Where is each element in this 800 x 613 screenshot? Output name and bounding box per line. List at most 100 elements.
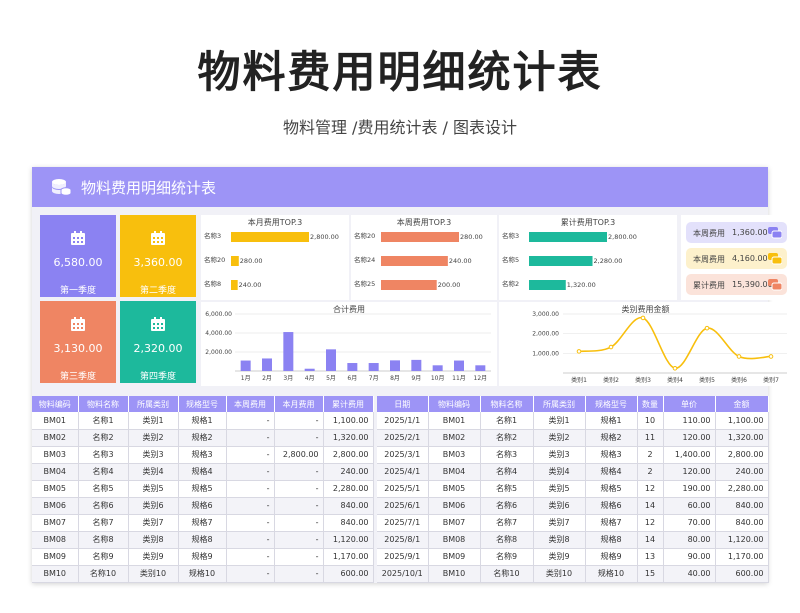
table-cell[interactable]: BM09	[428, 548, 481, 566]
table-cell[interactable]: 规格9	[585, 548, 638, 566]
table-cell[interactable]: 规格9	[178, 548, 227, 566]
table-cell[interactable]: -	[226, 429, 275, 447]
table-cell[interactable]: 名称7	[480, 514, 534, 532]
table-cell[interactable]: 类别9	[533, 548, 586, 566]
table-cell[interactable]: 2,800.00	[274, 446, 324, 464]
table-cell[interactable]: 14	[637, 497, 664, 515]
table-cell[interactable]: 名称4	[78, 463, 129, 481]
table-cell[interactable]: 2025/9/1	[377, 548, 429, 566]
table-cell[interactable]: -	[274, 531, 324, 549]
table-cell[interactable]: 名称5	[480, 480, 534, 498]
table-cell[interactable]: 2025/8/1	[377, 531, 429, 549]
table-cell[interactable]: 规格5	[585, 480, 638, 498]
table-cell[interactable]: -	[274, 480, 324, 498]
table-cell[interactable]: 名称6	[480, 497, 534, 515]
table-cell[interactable]: 240.00	[323, 463, 374, 481]
table-cell[interactable]: 规格3	[178, 446, 227, 464]
table-cell[interactable]: 规格2	[585, 429, 638, 447]
table-cell[interactable]: 1,320.00	[715, 429, 769, 447]
table-cell[interactable]: BM08	[428, 531, 481, 549]
table-cell[interactable]: -	[226, 531, 275, 549]
table-cell[interactable]: 名称6	[78, 497, 129, 515]
table-cell[interactable]: 规格6	[178, 497, 227, 515]
table-cell[interactable]: 类别7	[533, 514, 586, 532]
table-cell[interactable]: 类别3	[128, 446, 179, 464]
table-cell[interactable]: 2025/10/1	[377, 565, 429, 583]
table-cell[interactable]: -	[274, 514, 324, 532]
table-cell[interactable]: BM02	[32, 429, 79, 447]
table-cell[interactable]: 规格5	[178, 480, 227, 498]
table-cell[interactable]: -	[274, 412, 324, 430]
table-cell[interactable]: -	[274, 565, 324, 583]
table-cell[interactable]: 名称1	[480, 412, 534, 430]
table-cell[interactable]: 240.00	[715, 463, 769, 481]
table-cell[interactable]: 600.00	[323, 565, 374, 583]
table-cell[interactable]: 600.00	[715, 565, 769, 583]
column-header[interactable]: 物料名称	[78, 396, 129, 412]
table-cell[interactable]: 1,100.00	[323, 412, 374, 430]
table-cell[interactable]: 2025/4/1	[377, 463, 429, 481]
table-cell[interactable]: 840.00	[715, 497, 769, 515]
table-cell[interactable]: 类别10	[533, 565, 586, 583]
table-cell[interactable]: 规格4	[585, 463, 638, 481]
table-cell[interactable]: BM06	[428, 497, 481, 515]
column-header[interactable]: 金额	[715, 396, 769, 412]
table-cell[interactable]: 类别8	[533, 531, 586, 549]
table-cell[interactable]: 名称4	[480, 463, 534, 481]
column-header[interactable]: 累计费用	[323, 396, 374, 412]
table-cell[interactable]: 规格8	[585, 531, 638, 549]
table-cell[interactable]: 类别6	[533, 497, 586, 515]
table-cell[interactable]: 80.00	[663, 531, 716, 549]
table-cell[interactable]: 类别2	[533, 429, 586, 447]
table-cell[interactable]: BM09	[32, 548, 79, 566]
table-cell[interactable]: -	[226, 514, 275, 532]
table-cell[interactable]: 1,100.00	[715, 412, 769, 430]
table-cell[interactable]: -	[226, 480, 275, 498]
table-cell[interactable]: 名称8	[78, 531, 129, 549]
table-cell[interactable]: 840.00	[715, 514, 769, 532]
table-cell[interactable]: 190.00	[663, 480, 716, 498]
table-cell[interactable]: 1,120.00	[715, 531, 769, 549]
table-cell[interactable]: BM02	[428, 429, 481, 447]
table-cell[interactable]: 2,280.00	[323, 480, 374, 498]
table-cell[interactable]: 14	[637, 531, 664, 549]
column-header[interactable]: 物料名称	[480, 396, 534, 412]
table-cell[interactable]: BM05	[32, 480, 79, 498]
table-cell[interactable]: 12	[637, 514, 664, 532]
table-cell[interactable]: -	[226, 565, 275, 583]
table-cell[interactable]: 1,400.00	[663, 446, 716, 464]
column-header[interactable]: 单价	[663, 396, 716, 412]
table-cell[interactable]: 120.00	[663, 463, 716, 481]
table-cell[interactable]: 40.00	[663, 565, 716, 583]
table-cell[interactable]: 类别8	[128, 531, 179, 549]
table-cell[interactable]: 840.00	[323, 514, 374, 532]
table-cell[interactable]: 60.00	[663, 497, 716, 515]
table-cell[interactable]: 类别3	[533, 446, 586, 464]
table-cell[interactable]: 90.00	[663, 548, 716, 566]
table-cell[interactable]: 规格10	[585, 565, 638, 583]
table-cell[interactable]: 2,280.00	[715, 480, 769, 498]
table-cell[interactable]: 规格7	[585, 514, 638, 532]
table-cell[interactable]: 规格3	[585, 446, 638, 464]
table-cell[interactable]: 规格2	[178, 429, 227, 447]
table-cell[interactable]: 10	[637, 412, 664, 430]
table-cell[interactable]: 2	[637, 463, 664, 481]
column-header[interactable]: 数量	[637, 396, 664, 412]
table-cell[interactable]: 2025/6/1	[377, 497, 429, 515]
table-cell[interactable]: -	[226, 497, 275, 515]
column-header[interactable]: 本周费用	[226, 396, 275, 412]
table-cell[interactable]: BM03	[32, 446, 79, 464]
table-cell[interactable]: 规格7	[178, 514, 227, 532]
column-header[interactable]: 规格型号	[585, 396, 638, 412]
table-cell[interactable]: 1,320.00	[323, 429, 374, 447]
table-cell[interactable]: 12	[637, 480, 664, 498]
table-cell[interactable]: 类别5	[128, 480, 179, 498]
table-cell[interactable]: -	[274, 548, 324, 566]
column-header[interactable]: 规格型号	[178, 396, 227, 412]
table-cell[interactable]: 2025/1/1	[377, 412, 429, 430]
table-cell[interactable]: 名称9	[78, 548, 129, 566]
table-cell[interactable]: -	[226, 412, 275, 430]
column-header[interactable]: 所属类别	[128, 396, 179, 412]
table-cell[interactable]: 2025/5/1	[377, 480, 429, 498]
table-cell[interactable]: 70.00	[663, 514, 716, 532]
